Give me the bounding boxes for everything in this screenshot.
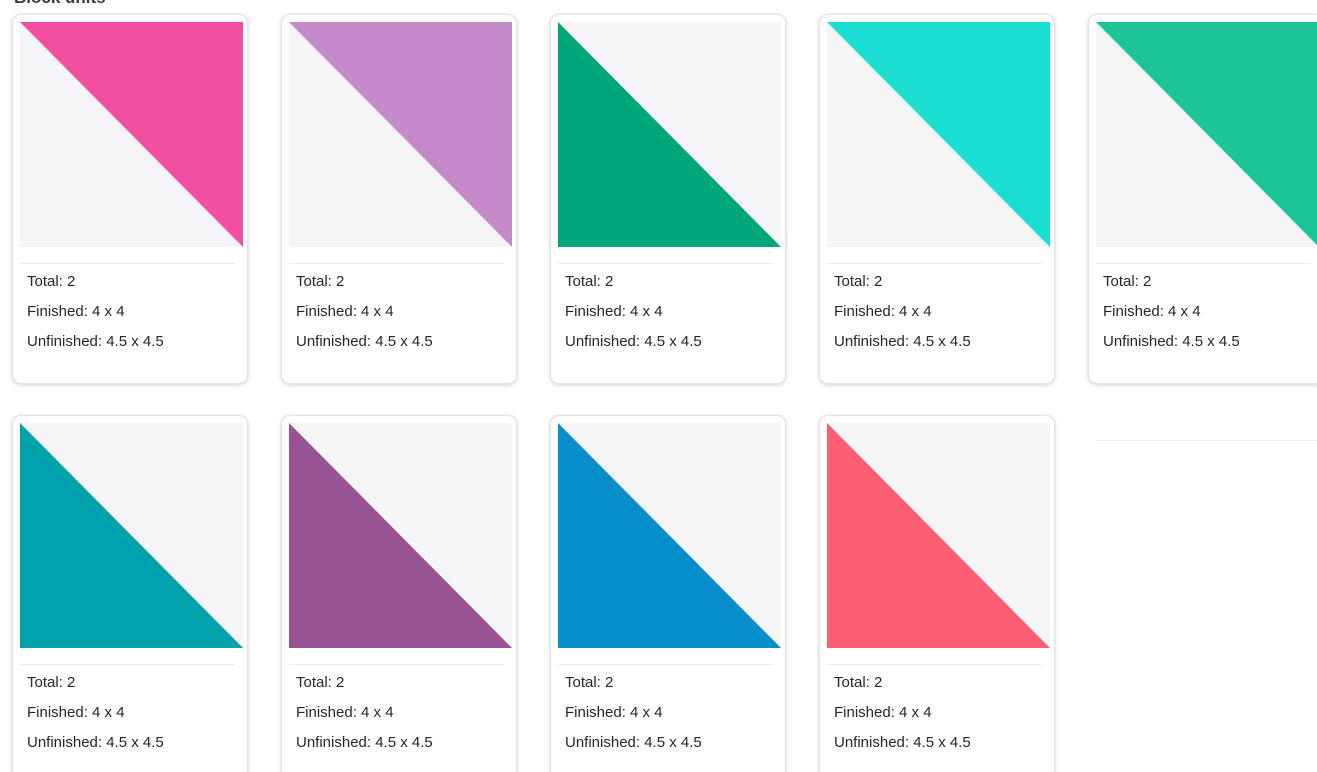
unit-card[interactable]: Total: 2 Finished: 4 x 4 Unfinished: 4.5… bbox=[281, 14, 517, 384]
finished-size-text: Finished: 4 x 4 bbox=[1103, 303, 1201, 320]
unfinished-size-text: Unfinished: 4.5 x 4.5 bbox=[27, 333, 164, 350]
empty-slot-divider bbox=[1095, 440, 1317, 441]
total-text: Total: 2 bbox=[565, 674, 614, 691]
unfinished-size-text: Unfinished: 4.5 x 4.5 bbox=[1103, 333, 1240, 350]
card-divider bbox=[558, 263, 773, 264]
triangle-swatch-icon bbox=[20, 423, 243, 648]
card-divider bbox=[1096, 263, 1311, 264]
unit-stats: Total: 2 Finished: 4 x 4 Unfinished: 4.5… bbox=[565, 267, 702, 357]
unfinished-size-text: Unfinished: 4.5 x 4.5 bbox=[565, 333, 702, 350]
unit-stats: Total: 2 Finished: 4 x 4 Unfinished: 4.5… bbox=[565, 668, 702, 758]
card-divider bbox=[827, 664, 1042, 665]
finished-size-text: Finished: 4 x 4 bbox=[834, 704, 932, 721]
unit-card[interactable]: Total: 2 Finished: 4 x 4 Unfinished: 4.5… bbox=[12, 14, 248, 384]
finished-size-text: Finished: 4 x 4 bbox=[565, 704, 663, 721]
unit-stats: Total: 2 Finished: 4 x 4 Unfinished: 4.5… bbox=[296, 668, 433, 758]
total-text: Total: 2 bbox=[565, 273, 614, 290]
card-divider bbox=[827, 263, 1042, 264]
unit-card[interactable]: Total: 2 Finished: 4 x 4 Unfinished: 4.5… bbox=[819, 415, 1055, 772]
finished-size-text: Finished: 4 x 4 bbox=[834, 303, 932, 320]
finished-size-text: Finished: 4 x 4 bbox=[27, 704, 125, 721]
total-text: Total: 2 bbox=[834, 273, 883, 290]
triangle-swatch-icon bbox=[1096, 22, 1317, 247]
card-divider bbox=[20, 263, 235, 264]
unit-stats: Total: 2 Finished: 4 x 4 Unfinished: 4.5… bbox=[834, 668, 971, 758]
unit-stats: Total: 2 Finished: 4 x 4 Unfinished: 4.5… bbox=[296, 267, 433, 357]
unit-card[interactable]: Total: 2 Finished: 4 x 4 Unfinished: 4.5… bbox=[12, 415, 248, 772]
total-text: Total: 2 bbox=[296, 273, 345, 290]
triangle-swatch-icon bbox=[827, 423, 1050, 648]
triangle-swatch-icon bbox=[558, 423, 781, 648]
card-divider bbox=[289, 263, 504, 264]
unit-card[interactable]: Total: 2 Finished: 4 x 4 Unfinished: 4.5… bbox=[819, 14, 1055, 384]
unfinished-size-text: Unfinished: 4.5 x 4.5 bbox=[834, 333, 971, 350]
total-text: Total: 2 bbox=[27, 674, 76, 691]
unit-card[interactable]: Total: 2 Finished: 4 x 4 Unfinished: 4.5… bbox=[1088, 14, 1317, 384]
triangle-swatch-icon bbox=[827, 22, 1050, 247]
unfinished-size-text: Unfinished: 4.5 x 4.5 bbox=[296, 333, 433, 350]
triangle-swatch-icon bbox=[289, 423, 512, 648]
finished-size-text: Finished: 4 x 4 bbox=[296, 303, 394, 320]
unfinished-size-text: Unfinished: 4.5 x 4.5 bbox=[834, 734, 971, 751]
unfinished-size-text: Unfinished: 4.5 x 4.5 bbox=[296, 734, 433, 751]
card-divider bbox=[289, 664, 504, 665]
unit-stats: Total: 2 Finished: 4 x 4 Unfinished: 4.5… bbox=[27, 267, 164, 357]
unit-stats: Total: 2 Finished: 4 x 4 Unfinished: 4.5… bbox=[834, 267, 971, 357]
triangle-swatch-icon bbox=[289, 22, 512, 247]
unit-stats: Total: 2 Finished: 4 x 4 Unfinished: 4.5… bbox=[1103, 267, 1240, 357]
unit-card[interactable]: Total: 2 Finished: 4 x 4 Unfinished: 4.5… bbox=[550, 14, 786, 384]
total-text: Total: 2 bbox=[1103, 273, 1152, 290]
triangle-swatch-icon bbox=[20, 22, 243, 247]
unit-stats: Total: 2 Finished: 4 x 4 Unfinished: 4.5… bbox=[27, 668, 164, 758]
block-units-page: Block units Total: 2 Finished: 4 x 4 Unf… bbox=[0, 0, 1317, 772]
triangle-swatch-icon bbox=[558, 22, 781, 247]
total-text: Total: 2 bbox=[834, 674, 883, 691]
card-divider bbox=[558, 664, 773, 665]
total-text: Total: 2 bbox=[27, 273, 76, 290]
unit-card[interactable]: Total: 2 Finished: 4 x 4 Unfinished: 4.5… bbox=[550, 415, 786, 772]
finished-size-text: Finished: 4 x 4 bbox=[27, 303, 125, 320]
unit-card[interactable]: Total: 2 Finished: 4 x 4 Unfinished: 4.5… bbox=[281, 415, 517, 772]
finished-size-text: Finished: 4 x 4 bbox=[565, 303, 663, 320]
unfinished-size-text: Unfinished: 4.5 x 4.5 bbox=[565, 734, 702, 751]
unfinished-size-text: Unfinished: 4.5 x 4.5 bbox=[27, 734, 164, 751]
card-divider bbox=[20, 664, 235, 665]
finished-size-text: Finished: 4 x 4 bbox=[296, 704, 394, 721]
total-text: Total: 2 bbox=[296, 674, 345, 691]
section-title: Block units bbox=[14, 0, 106, 8]
